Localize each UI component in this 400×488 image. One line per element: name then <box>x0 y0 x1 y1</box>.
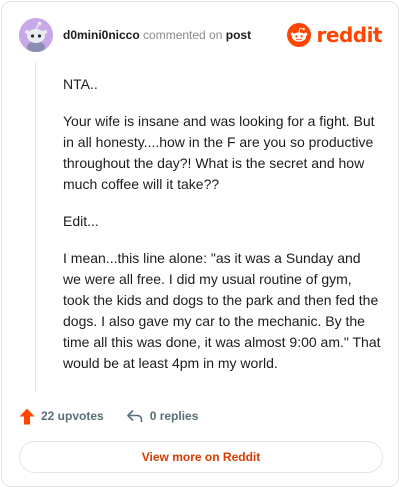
user-avatar[interactable] <box>19 18 53 52</box>
reply-arrow-icon <box>126 410 143 423</box>
comment-header: d0mini0nicco commented on post reddit <box>19 18 383 52</box>
upvote-arrow-icon <box>19 408 35 424</box>
comment-paragraph: I mean...this line alone: "as it was a S… <box>63 250 381 371</box>
view-more-button[interactable]: View more on Reddit <box>19 441 383 473</box>
comment-actions: 22 upvotes 0 replies <box>19 405 198 427</box>
comment-embed-card: d0mini0nicco commented on post reddit NT… <box>1 1 399 487</box>
comment-paragraph: NTA.. <box>63 76 98 92</box>
username-link[interactable]: d0mini0nicco <box>63 28 140 42</box>
comment-paragraph: Your wife is insane and was looking for … <box>63 113 375 192</box>
snoo-avatar-icon <box>19 18 53 52</box>
post-link[interactable]: post <box>226 28 251 42</box>
comment-paragraph: Edit... <box>63 213 99 229</box>
comment-body: NTA.. Your wife is insane and was lookin… <box>63 74 381 390</box>
reddit-wordmark: reddit <box>316 23 383 47</box>
reply-count: 0 replies <box>149 409 199 423</box>
reply-button[interactable]: 0 replies <box>126 408 199 424</box>
thread-line <box>35 62 36 392</box>
byline: d0mini0nicco commented on post <box>63 28 251 42</box>
reddit-brand-link[interactable]: reddit <box>286 22 383 48</box>
commented-on-text: commented on <box>143 28 223 42</box>
upvote-count: 22 upvotes <box>41 409 104 423</box>
upvote-button[interactable]: 22 upvotes <box>19 408 104 425</box>
reddit-logo-icon <box>286 23 311 47</box>
